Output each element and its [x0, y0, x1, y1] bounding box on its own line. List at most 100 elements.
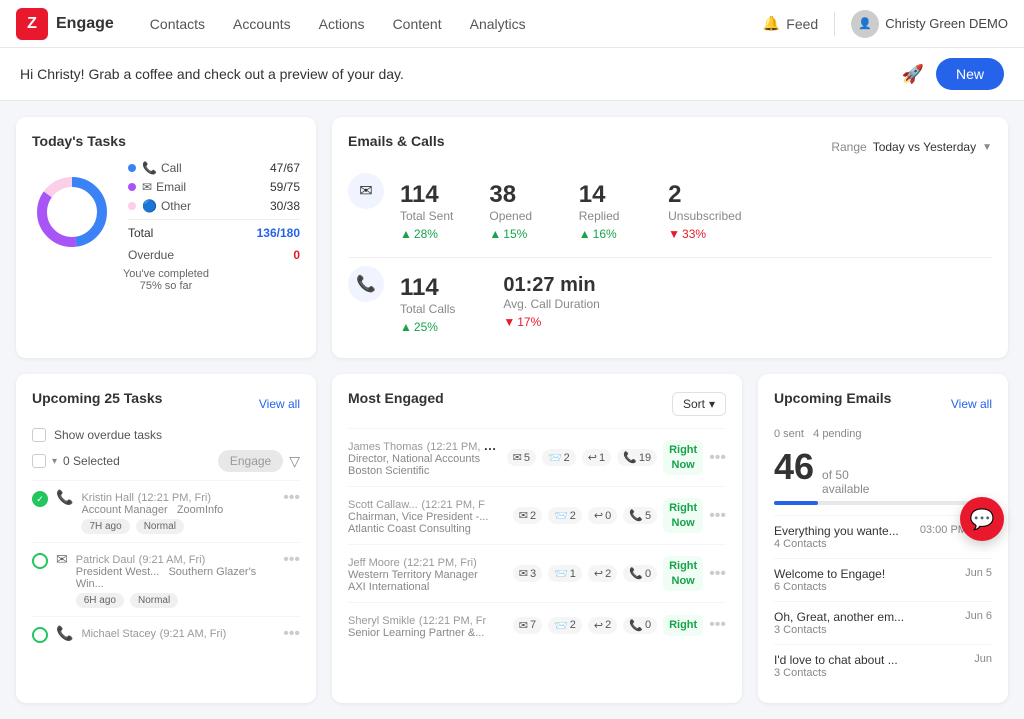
stat-unsubscribed: 2 Unsubscribed ▼ 33% — [664, 173, 745, 249]
email-1-info: Welcome to Engage! 6 Contacts — [774, 567, 885, 593]
navbar: Z Engage Contacts Accounts Actions Conte… — [0, 0, 1024, 48]
divider — [834, 12, 835, 36]
nav-actions[interactable]: Actions — [307, 10, 377, 38]
james-status: RightNow — [663, 440, 703, 475]
email-3-subject[interactable]: I'd love to chat about ... — [774, 653, 898, 667]
overdue-value: 0 — [293, 248, 300, 262]
upcoming-tasks-view-all[interactable]: View all — [259, 397, 300, 411]
unsubscribed-num: 2 — [668, 181, 741, 209]
sheryl-emails-replied: ↩2 — [588, 617, 617, 634]
replied-num: 14 — [579, 181, 652, 209]
chat-fab[interactable]: 💬 — [960, 497, 1004, 541]
feed-label: Feed — [786, 16, 818, 32]
engaged-row-jeff: Jeff Moore (12:21 PM, Fri) Western Terri… — [348, 544, 726, 602]
engage-button[interactable]: Engage — [218, 450, 283, 472]
task-tag-1: Normal — [136, 519, 184, 534]
email-3-info: I'd love to chat about ... 3 Contacts — [774, 653, 898, 679]
stats-divider — [348, 257, 992, 258]
progress-fill — [774, 501, 818, 505]
filter-icon[interactable]: ▽ — [289, 453, 300, 470]
show-overdue-checkbox[interactable] — [32, 428, 46, 442]
email-item-1: Welcome to Engage! 6 Contacts Jun 5 — [774, 558, 992, 601]
james-more-btn[interactable]: ••• — [709, 449, 726, 467]
avg-duration-num: 01:27 min — [503, 274, 600, 297]
select-chevron-icon[interactable]: ▾ — [52, 456, 57, 467]
jeff-more-btn[interactable]: ••• — [709, 565, 726, 583]
completed-text: You've completed 75% so far — [32, 268, 300, 292]
email-2-time: Jun 6 — [965, 610, 992, 622]
sheryl-more-btn[interactable]: ••• — [709, 616, 726, 634]
task-more-patrick[interactable]: ••• — [283, 551, 300, 569]
new-button[interactable]: New — [936, 58, 1004, 90]
show-overdue-label: Show overdue tasks — [54, 428, 162, 442]
emails-calls-header: Emails & Calls Range Today vs Yesterday … — [348, 133, 992, 161]
unsubscribed-change: ▼ 33% — [668, 227, 741, 241]
nav-content[interactable]: Content — [381, 10, 454, 38]
nav-contacts[interactable]: Contacts — [138, 10, 217, 38]
top-row: Today's Tasks — [16, 117, 1008, 358]
call-value: 47/67 — [270, 161, 300, 175]
task-item-patrick: ✉ Patrick Daul (9:21 AM, Fri) President … — [32, 542, 300, 616]
email-1-subject[interactable]: Welcome to Engage! — [774, 567, 885, 581]
tasks-card-title: Today's Tasks — [32, 133, 300, 149]
range-selector[interactable]: Range Today vs Yesterday ▼ — [831, 140, 992, 154]
james-emails-replied: ↩1 — [582, 449, 611, 466]
todays-tasks-card: Today's Tasks — [16, 117, 316, 358]
scott-calls: 📞5 — [623, 507, 657, 524]
scott-company: Atlantic Coast Consulting — [348, 523, 505, 535]
replied-change: ▲ 16% — [579, 227, 652, 241]
email-0-info: Everything you wante... 4 Contacts — [774, 524, 899, 550]
total-sent-change: ▲ 28% — [400, 227, 473, 241]
scott-actions: ✉2 📨2 ↩0 📞5 RightNow ••• — [513, 498, 726, 533]
donut-chart — [32, 172, 112, 252]
task-more-kristin[interactable]: ••• — [283, 489, 300, 507]
email-0-subject[interactable]: Everything you wante... — [774, 524, 899, 538]
select-all-checkbox[interactable] — [32, 454, 46, 468]
jeff-status: RightNow — [663, 556, 703, 591]
task-item-michael: 📞 Michael Stacey (9:21 AM, Fri) ••• — [32, 616, 300, 651]
email-2-subject[interactable]: Oh, Great, another em... — [774, 610, 904, 624]
feed-button[interactable]: 🔔 Feed — [763, 15, 818, 32]
email-count-row: 46 of 50 available — [774, 446, 992, 497]
sort-button[interactable]: Sort ▾ — [672, 392, 726, 416]
task-check-patrick[interactable] — [32, 553, 48, 569]
nav-analytics[interactable]: Analytics — [458, 10, 538, 38]
app-logo[interactable]: Z Engage — [16, 8, 114, 40]
engaged-list: James Thomas (12:21 PM, Fri) Director, N… — [348, 428, 726, 648]
email-icon: ✉ — [348, 173, 384, 209]
jeff-calls: 📞0 — [623, 565, 657, 582]
app-name: Engage — [56, 15, 114, 33]
progress-bar — [774, 501, 992, 505]
overdue-row: Overdue 0 — [128, 248, 300, 262]
task-check-michael[interactable] — [32, 627, 48, 643]
call-dot — [128, 164, 136, 172]
selected-count: 0 Selected — [63, 454, 212, 468]
total-label: Total — [128, 226, 153, 240]
stat-avg-duration: 01:27 min Avg. Call Duration ▼ 17% — [499, 266, 604, 337]
task-more-michael[interactable]: ••• — [283, 625, 300, 643]
email-dot — [128, 183, 136, 191]
email-3-time: Jun — [974, 653, 992, 665]
email-1-contacts: 6 Contacts — [774, 581, 885, 593]
opened-num: 38 — [489, 181, 562, 209]
sort-label: Sort — [683, 397, 705, 411]
email-value: 59/75 — [270, 180, 300, 194]
scott-emails-opened: 📨2 — [548, 507, 582, 524]
task-icon-email: ✉ — [56, 551, 68, 568]
total-calls-change: ▲ 25% — [400, 320, 455, 334]
upcoming-emails-view-all[interactable]: View all — [951, 397, 992, 411]
tasks-content: 📞 Call 47/67 ✉ Email 59/75 🔵 Other 30/38 — [32, 161, 300, 262]
task-check-kristin[interactable] — [32, 491, 48, 507]
emails-calls-title: Emails & Calls — [348, 133, 445, 149]
jeff-title: Western Territory Manager — [348, 569, 505, 581]
james-name: James Thomas (12:21 PM, Fri) — [348, 438, 499, 453]
email-2-info: Oh, Great, another em... 3 Contacts — [774, 610, 904, 636]
scott-more-btn[interactable]: ••• — [709, 507, 726, 525]
user-info[interactable]: 👤 Christy Green DEMO — [851, 10, 1008, 38]
main-content: Today's Tasks — [0, 101, 1024, 719]
nav-accounts[interactable]: Accounts — [221, 10, 303, 38]
most-engaged-title: Most Engaged — [348, 390, 444, 406]
sheryl-emails-opened: 📨2 — [548, 617, 582, 634]
nav-links: Contacts Accounts Actions Content Analyt… — [138, 10, 739, 38]
task-tags-patrick: 6H ago Normal — [76, 593, 275, 608]
